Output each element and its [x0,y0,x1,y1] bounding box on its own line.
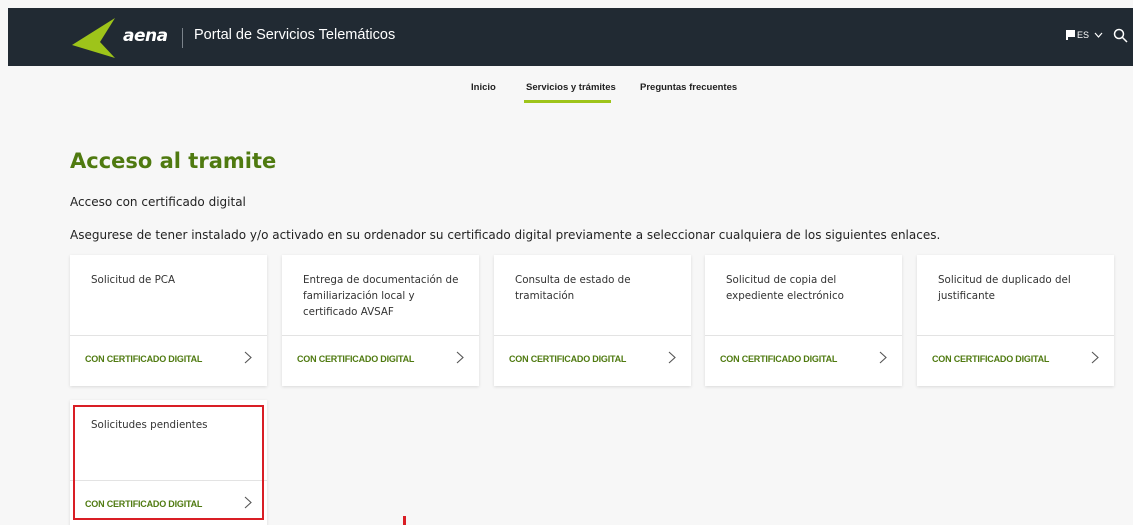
card-title: Solicitud de duplicado del justificante [938,274,1071,302]
language-selector[interactable]: ES [1066,30,1103,40]
annotation-mark [403,516,406,525]
card-duplicado-justificante[interactable]: Solicitud de duplicado del justificante … [917,255,1114,386]
chevron-right-icon[interactable] [1091,351,1099,364]
card-link-certificado[interactable]: CON CERTIFICADO DIGITAL [297,354,414,364]
highlight-box [73,405,264,520]
nav-item-inicio[interactable]: Inicio [471,82,496,93]
chevron-right-icon[interactable] [668,351,676,364]
card-consulta-estado[interactable]: Consulta de estado de tramitación CON CE… [494,255,691,386]
portal-title[interactable]: Portal de Servicios Telemáticos [194,27,395,43]
card-divider [917,335,1114,336]
card-title: Solicitud de copia del expediente electr… [726,274,844,302]
flag-icon [1066,30,1075,40]
card-entrega-documentacion[interactable]: Entrega de documentación de familiarizac… [282,255,479,386]
chevron-right-icon[interactable] [456,351,464,364]
card-solicitud-pca[interactable]: Solicitud de PCA CON CERTIFICADO DIGITAL [70,255,267,386]
card-divider [70,335,267,336]
card-divider [705,335,902,336]
header-separator [182,28,183,48]
top-header-bar: aena Portal de Servicios Telemáticos ES [8,8,1133,66]
card-link-certificado[interactable]: CON CERTIFICADO DIGITAL [509,354,626,364]
chevron-right-icon[interactable] [244,351,252,364]
page-title: Acceso al tramite [70,149,277,173]
card-title: Entrega de documentación de familiarizac… [303,274,459,318]
active-tab-underline [524,100,611,103]
nav-item-preguntas-frecuentes[interactable]: Preguntas frecuentes [640,82,737,93]
card-link-certificado[interactable]: CON CERTIFICADO DIGITAL [720,354,837,364]
card-divider [282,335,479,336]
card-title: Solicitud de PCA [91,274,176,286]
card-divider [494,335,691,336]
language-label: ES [1077,30,1090,40]
intro-text: Asegurese de tener instalado y/o activad… [70,228,941,242]
card-link-certificado[interactable]: CON CERTIFICADO DIGITAL [85,354,202,364]
chevron-right-icon[interactable] [879,351,887,364]
search-icon[interactable] [1113,28,1128,43]
main-navigation: Inicio Servicios y trámites Preguntas fr… [0,82,1133,103]
card-title: Consulta de estado de tramitación [515,274,631,302]
chevron-down-icon [1094,32,1103,38]
nav-item-servicios-tramites[interactable]: Servicios y trámites [526,82,616,93]
brand-name[interactable]: aena [123,26,168,46]
aena-logo-icon[interactable] [70,18,120,58]
card-copia-expediente[interactable]: Solicitud de copia del expediente electr… [705,255,902,386]
card-link-certificado[interactable]: CON CERTIFICADO DIGITAL [932,354,1049,364]
page-subtitle: Acceso con certificado digital [70,195,246,209]
